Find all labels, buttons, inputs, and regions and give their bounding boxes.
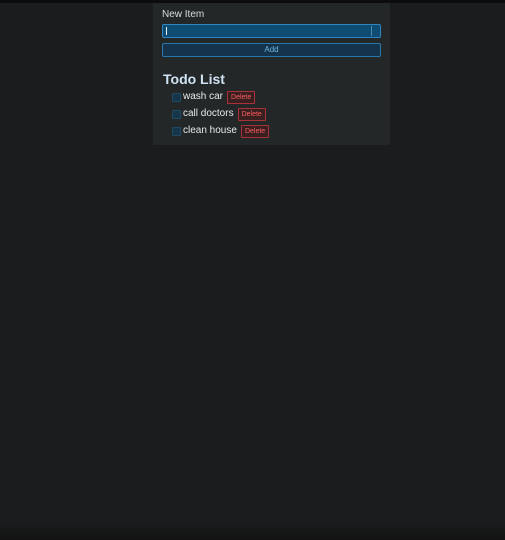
delete-button[interactable]: Delete: [240, 124, 270, 138]
list-item: call doctors Delete: [172, 107, 381, 121]
list-item: wash car Delete: [172, 90, 381, 104]
delete-button[interactable]: Delete: [237, 107, 266, 121]
todo-panel: New Item Add Todo List wash car Delete c…: [153, 3, 390, 145]
add-button[interactable]: Add: [162, 43, 381, 57]
todo-list: wash car Delete call doctors Delete clea…: [162, 90, 381, 138]
list-item: clean house Delete: [172, 124, 381, 138]
item-checkbox[interactable]: [172, 109, 181, 119]
text-caret: [166, 27, 167, 35]
item-checkbox[interactable]: [172, 92, 181, 102]
todo-list-title: Todo List: [163, 71, 225, 87]
bottom-shade: [0, 522, 505, 540]
item-text: clean house: [183, 125, 237, 136]
item-checkbox[interactable]: [172, 126, 181, 136]
input-resize-handle: [371, 26, 372, 36]
new-item-field[interactable]: [162, 24, 381, 38]
new-item-input[interactable]: [162, 24, 381, 38]
delete-button[interactable]: Delete: [227, 90, 256, 104]
new-item-label: New Item: [162, 9, 205, 20]
item-text: call doctors: [183, 108, 234, 119]
item-text: wash car: [183, 91, 224, 102]
